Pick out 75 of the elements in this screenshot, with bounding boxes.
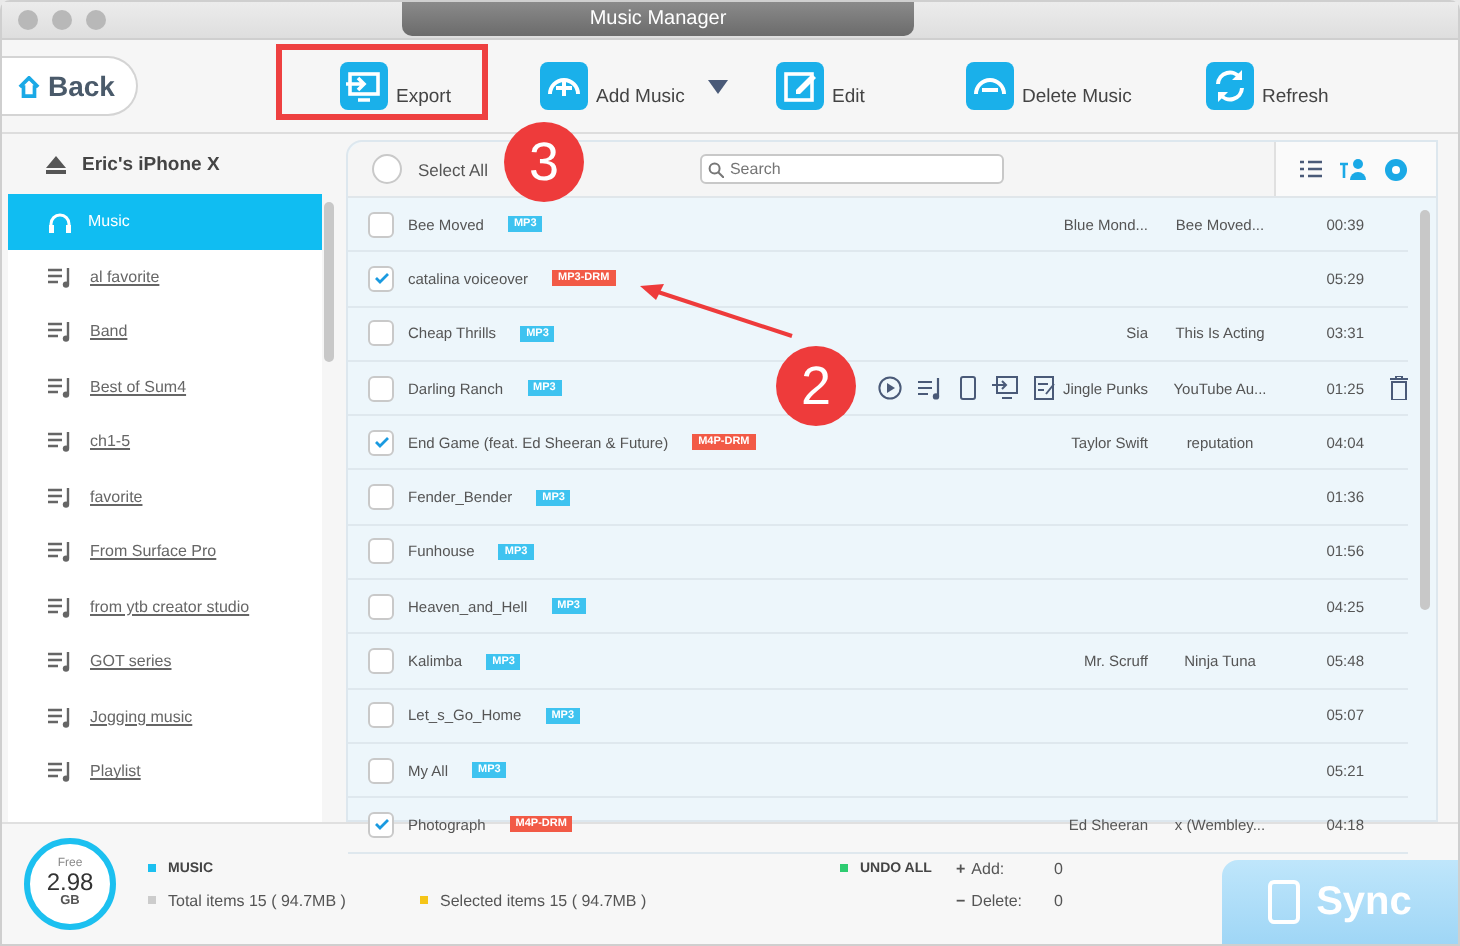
playlist-icon — [48, 322, 74, 343]
phone-icon[interactable] — [960, 376, 976, 401]
track-checkbox[interactable] — [368, 538, 394, 565]
track-checkbox[interactable] — [368, 375, 394, 402]
add-icon — [540, 62, 588, 110]
playlist-icon — [48, 267, 74, 288]
close-button[interactable] — [18, 10, 38, 30]
export-icon[interactable] — [992, 376, 1018, 401]
playlist-icon — [48, 597, 74, 618]
sidebar-item[interactable]: favorite — [8, 470, 322, 525]
track-checkbox[interactable] — [368, 702, 394, 729]
caret-icon[interactable] — [708, 79, 729, 93]
sidebar-item[interactable]: Playlist — [8, 745, 322, 800]
track-checkbox[interactable] — [368, 265, 394, 292]
select-all-checkbox[interactable] — [372, 154, 402, 184]
delete-icon — [966, 62, 1014, 110]
track-checkbox[interactable] — [368, 757, 394, 784]
toolbar-button[interactable]: Export — [340, 62, 451, 110]
sidebar-item[interactable]: Best of Sum4 — [8, 360, 322, 415]
edit-icon[interactable] — [1034, 376, 1056, 401]
playlist-icon — [48, 707, 74, 728]
trash-icon[interactable] — [1390, 376, 1408, 401]
disc-icon[interactable] — [1384, 157, 1408, 181]
eject-icon[interactable] — [46, 155, 66, 173]
checkmark-icon — [373, 272, 389, 285]
playlist-add-icon[interactable] — [918, 377, 944, 400]
device-name: Eric's iPhone X — [82, 153, 220, 175]
toolbar-button[interactable]: Edit — [776, 62, 865, 110]
phone-icon — [1268, 880, 1301, 924]
playlist-icon — [48, 377, 74, 398]
sidebar-item[interactable]: al favorite — [8, 250, 322, 305]
track-checkbox[interactable] — [368, 811, 394, 838]
sidebar-item[interactable]: from ytb creator studio — [8, 580, 322, 635]
playlist-icon — [48, 762, 74, 783]
back-button[interactable]: Back — [2, 56, 138, 116]
track-checkbox[interactable] — [368, 648, 394, 675]
total-items-text: Total items 15 ( 94.7MB ) — [148, 891, 420, 909]
delete-count: 0 — [1054, 891, 1065, 909]
toolbar-button[interactable]: Delete Music — [966, 62, 1132, 110]
track-checkbox[interactable] — [368, 320, 394, 347]
play-icon[interactable] — [878, 376, 902, 401]
sidebar-item[interactable]: From Surface Pro — [8, 525, 322, 580]
toolbar-button[interactable]: Add Music — [540, 62, 685, 110]
checkmark-icon — [373, 818, 389, 831]
window-title: Music Manager — [402, 2, 914, 36]
add-label: + Add: — [956, 859, 1007, 877]
track-checkbox[interactable] — [368, 593, 394, 620]
sidebar-item[interactable]: ch1-5 — [8, 415, 322, 470]
sidebar-item[interactable]: Jogging music — [8, 690, 322, 745]
delete-label: − Delete: — [956, 891, 1025, 909]
search-icon — [707, 162, 724, 178]
select-all-label: Select All — [418, 159, 488, 179]
selected-items-text: Selected items 15 ( 94.7MB ) — [420, 891, 840, 909]
sidebar-item[interactable]: Band — [8, 305, 322, 360]
zoom-button[interactable] — [86, 10, 106, 30]
minimize-button[interactable] — [52, 10, 72, 30]
refresh-icon — [1206, 62, 1254, 110]
artist-icon[interactable] — [1340, 158, 1366, 180]
playlist-icon — [48, 432, 74, 453]
sidebar-item[interactable]: GOT series — [8, 635, 322, 690]
checkmark-icon — [373, 436, 389, 449]
headphones-icon — [48, 211, 72, 233]
playlist-icon — [48, 487, 74, 508]
edit-icon — [776, 62, 824, 110]
track-checkbox[interactable] — [368, 429, 394, 456]
track-checkbox[interactable] — [368, 484, 394, 511]
add-count: 0 — [1054, 859, 1065, 877]
toolbar-button[interactable]: Refresh — [1206, 62, 1329, 110]
track-checkbox[interactable] — [368, 211, 394, 238]
list-view-icon[interactable] — [1300, 160, 1322, 178]
search-field[interactable]: Search — [699, 154, 1004, 184]
export-icon — [340, 62, 388, 110]
playlist-icon — [48, 652, 74, 673]
playlist-icon — [48, 542, 74, 563]
home-icon — [18, 75, 40, 97]
